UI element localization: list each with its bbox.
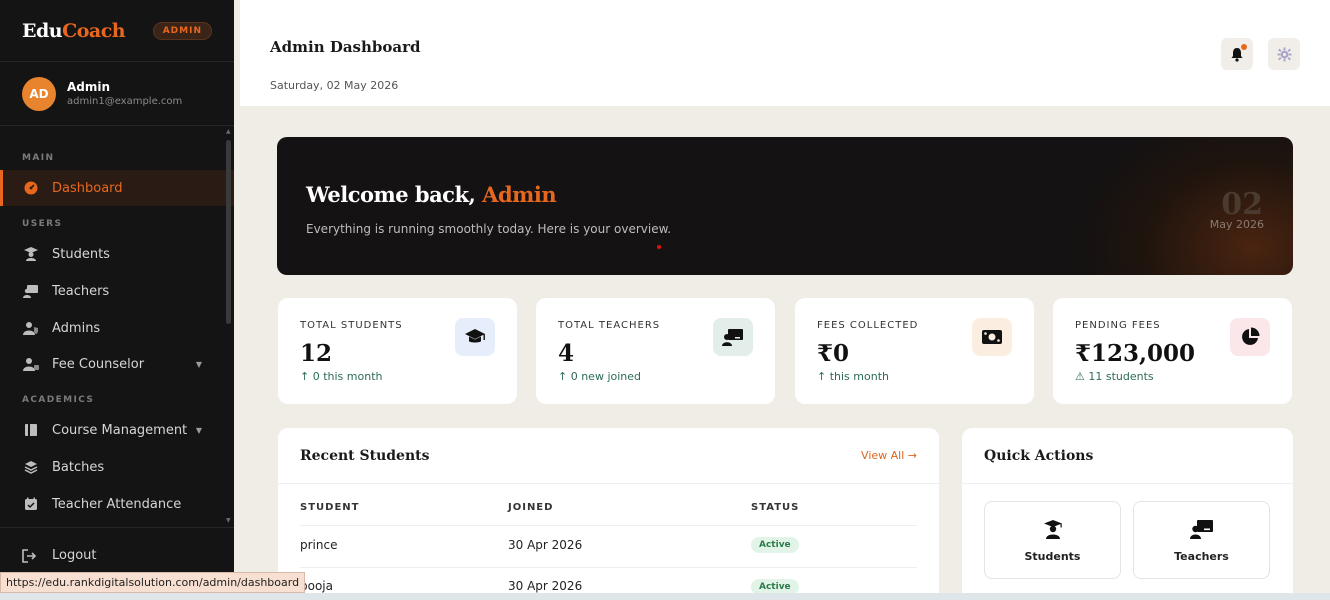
recent-students-panel: Recent Students View All → STUDENT JOINE… — [278, 428, 939, 600]
student-icon — [22, 246, 40, 262]
dashboard-icon — [22, 180, 40, 196]
user-email: admin1@example.com — [67, 96, 183, 107]
status-badge: Active — [751, 537, 799, 553]
banner-day: 02 — [1221, 187, 1263, 222]
stat-card-fees-collected[interactable]: FEES COLLECTED ₹0 ↑ this month — [795, 298, 1034, 404]
sidebar-item-teachers[interactable]: Teachers — [0, 273, 234, 309]
sidebar-item-dashboard[interactable]: Dashboard — [0, 170, 234, 206]
user-shield-icon — [22, 320, 40, 336]
stat-card-total-students[interactable]: TOTAL STUDENTS 12 ↑ 0 this month — [278, 298, 517, 404]
layers-icon — [22, 459, 40, 475]
student-icon — [985, 519, 1120, 539]
welcome-banner: Welcome back, Admin Everything is runnin… — [277, 137, 1293, 275]
sidebar-item-batches[interactable]: Batches — [0, 449, 234, 485]
scroll-up-icon[interactable]: ▲ — [226, 128, 231, 135]
graduation-cap-icon — [455, 318, 495, 356]
section-label-users: USERS — [22, 219, 63, 229]
money-bill-icon — [972, 318, 1012, 356]
book-icon — [22, 422, 40, 438]
sidebar-item-course-management[interactable]: Course Management ▼ — [0, 412, 234, 448]
column-header-student[interactable]: STUDENT — [300, 502, 359, 513]
browser-bottom-strip — [0, 593, 1330, 600]
section-label-academics: ACADEMICS — [22, 395, 95, 405]
sidebar: EduCoach ADMIN AD Admin admin1@example.c… — [0, 0, 234, 600]
page-title: Admin Dashboard — [270, 38, 421, 56]
sidebar-item-students[interactable]: Students — [0, 236, 234, 272]
user-profile: AD Admin admin1@example.com — [0, 62, 234, 126]
logout-icon — [22, 548, 40, 563]
section-label-main: MAIN — [22, 153, 55, 163]
chevron-down-icon: ▼ — [195, 359, 202, 369]
browser-status-url: https://edu.rankdigitalsolution.com/admi… — [0, 572, 306, 593]
gear-icon — [1276, 46, 1292, 62]
role-badge: ADMIN — [152, 21, 212, 40]
teacher-icon — [1134, 519, 1269, 539]
stat-card-total-teachers[interactable]: TOTAL TEACHERS 4 ↑ 0 new joined — [536, 298, 775, 404]
sidebar-scrollbar[interactable] — [226, 140, 231, 324]
welcome-subtitle: Everything is running smoothly today. He… — [306, 222, 672, 236]
logout-button[interactable]: Logout — [22, 548, 97, 563]
chevron-down-icon: ▼ — [195, 425, 202, 435]
scroll-down-icon[interactable]: ▼ — [226, 517, 231, 524]
panel-title: Quick Actions — [984, 448, 1094, 464]
welcome-heading: Welcome back, Admin — [306, 182, 557, 207]
sidebar-item-teacher-attendance[interactable]: Teacher Attendance — [0, 486, 234, 522]
cursor-dot — [657, 245, 661, 249]
pie-chart-icon — [1230, 318, 1270, 356]
settings-button[interactable] — [1268, 38, 1300, 70]
banner-month: May 2026 — [1209, 218, 1264, 231]
column-header-joined[interactable]: JOINED — [508, 502, 553, 513]
quick-actions-panel: Quick Actions Students Teachers — [962, 428, 1293, 600]
teacher-icon — [713, 318, 753, 356]
notifications-button[interactable] — [1221, 38, 1253, 70]
notification-dot — [1241, 44, 1247, 50]
brand-logo[interactable]: EduCoach — [22, 20, 126, 42]
quick-action-teachers[interactable]: Teachers — [1133, 501, 1270, 579]
view-all-link[interactable]: View All → — [861, 449, 917, 462]
sidebar-item-fee-counselor[interactable]: Fee Counselor ▼ — [0, 346, 234, 382]
top-bar: Admin Dashboard Saturday, 02 May 2026 — [240, 0, 1330, 106]
calendar-check-icon — [22, 496, 40, 512]
user-name: Admin — [67, 80, 111, 94]
avatar: AD — [22, 76, 56, 111]
sidebar-item-admins[interactable]: Admins — [0, 310, 234, 346]
stat-card-pending-fees[interactable]: PENDING FEES ₹123,000 ⚠ 11 students — [1053, 298, 1292, 404]
brand-bar: EduCoach ADMIN — [0, 0, 234, 62]
quick-action-students[interactable]: Students — [984, 501, 1121, 579]
page-date: Saturday, 02 May 2026 — [270, 79, 399, 92]
panel-title: Recent Students — [300, 448, 430, 464]
teacher-icon — [22, 283, 40, 299]
column-header-status[interactable]: STATUS — [751, 502, 799, 513]
user-lock-icon — [22, 356, 40, 372]
